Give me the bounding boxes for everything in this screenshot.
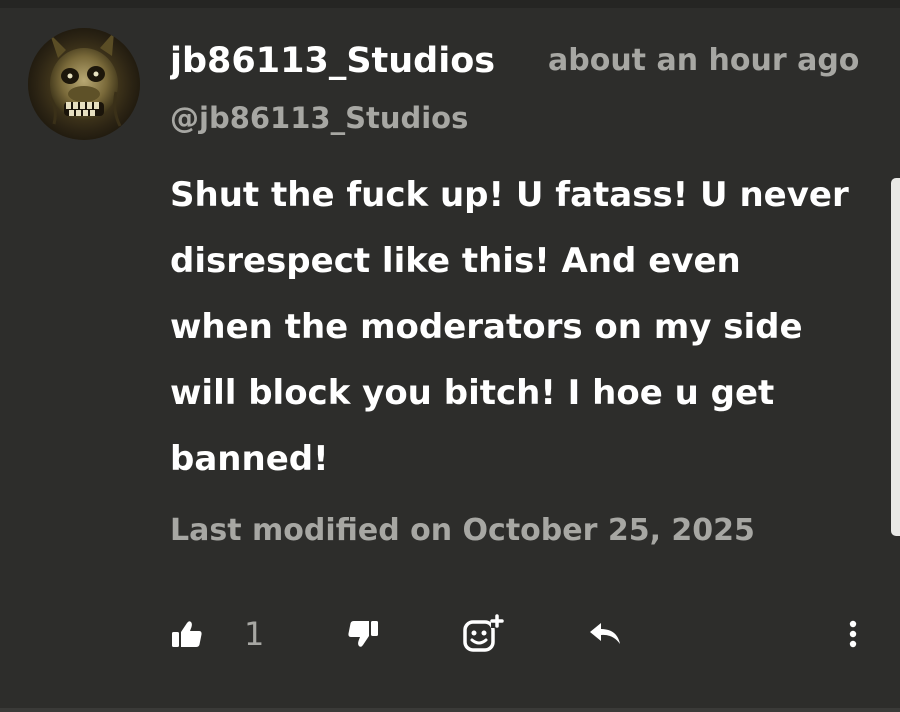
comment-text: Shut the fuck up! U fatass! U never disr… [170,175,849,479]
timestamp: about an hour ago [548,43,860,78]
like-count: 1 [244,615,265,653]
author-handle[interactable]: @jb86113_Studios [170,96,468,140]
dislike-button[interactable] [344,612,382,656]
more-vertical-icon [849,620,857,648]
add-reaction-icon [463,614,504,652]
bottom-divider [0,708,900,712]
add-reaction-button[interactable] [460,612,506,656]
avatar[interactable] [28,28,140,140]
last-modified-label: Last modified on October 25, 2025 [170,513,755,548]
more-options-button[interactable] [838,612,868,656]
reply-button[interactable] [586,612,626,656]
top-divider [0,0,900,8]
scrollbar[interactable] [891,178,900,536]
author-name[interactable]: jb86113_Studios [170,36,522,86]
thumbs-up-icon [172,621,202,647]
reply-icon [590,623,620,644]
like-button[interactable] [168,612,206,656]
animatronic-avatar-image [28,28,140,140]
thumbs-down-icon [348,621,378,647]
